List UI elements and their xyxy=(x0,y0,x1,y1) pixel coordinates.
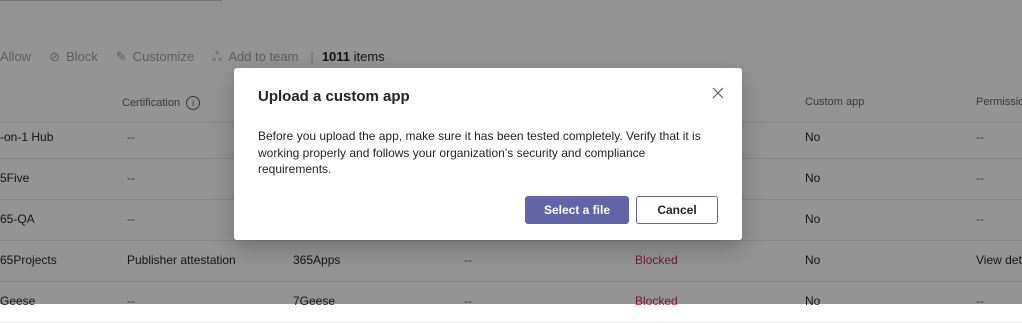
select-file-button[interactable]: Select a file xyxy=(525,196,629,224)
close-icon[interactable] xyxy=(710,85,726,101)
upload-custom-app-dialog: Upload a custom app Before you upload th… xyxy=(234,68,742,240)
cancel-button[interactable]: Cancel xyxy=(636,196,718,224)
dialog-title: Upload a custom app xyxy=(258,88,410,105)
dialog-message: Before you upload the app, make sure it … xyxy=(258,129,701,176)
